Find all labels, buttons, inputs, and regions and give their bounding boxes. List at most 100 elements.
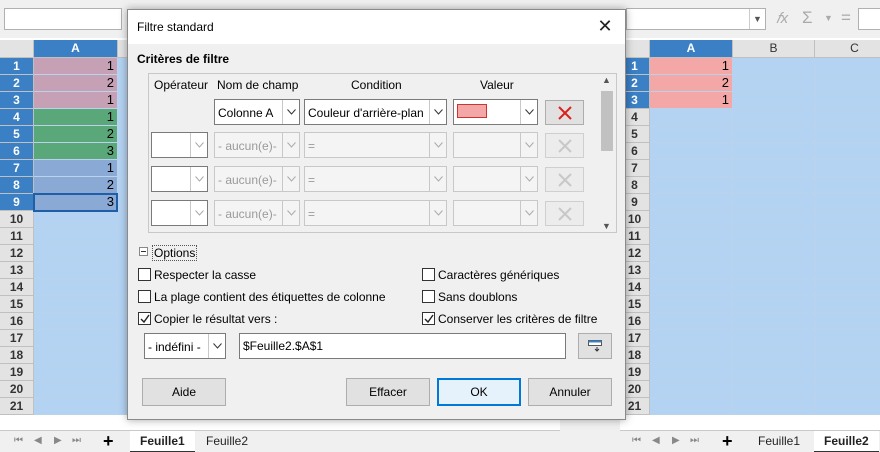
right-column-header-a[interactable]: A: [650, 40, 733, 58]
close-icon[interactable]: ✕: [595, 16, 615, 36]
cell[interactable]: [733, 398, 815, 415]
left-column-header-a[interactable]: A: [34, 40, 118, 58]
add-sheet-icon[interactable]: +: [722, 431, 733, 451]
cell[interactable]: [815, 58, 880, 75]
field-select-row1[interactable]: Colonne A: [214, 99, 300, 125]
cell[interactable]: [650, 109, 733, 126]
cell[interactable]: [733, 279, 815, 296]
row-header[interactable]: 19: [0, 364, 34, 381]
row-header[interactable]: 7: [0, 160, 34, 177]
cell[interactable]: [650, 296, 733, 313]
cell[interactable]: [733, 364, 815, 381]
cell[interactable]: [650, 245, 733, 262]
no-duplicates-checkbox[interactable]: [422, 290, 435, 303]
next-sheet-nav-icon[interactable]: ▶: [672, 435, 680, 446]
cell[interactable]: [815, 160, 880, 177]
cell[interactable]: 3: [34, 143, 118, 160]
cell[interactable]: [815, 313, 880, 330]
cell[interactable]: [650, 313, 733, 330]
cell[interactable]: [815, 211, 880, 228]
cell[interactable]: [34, 398, 118, 415]
cell[interactable]: [650, 279, 733, 296]
function-wizard-icon[interactable]: 𝑓x: [776, 10, 788, 27]
cell[interactable]: 2: [650, 75, 733, 92]
cell[interactable]: [733, 228, 815, 245]
cell[interactable]: [815, 364, 880, 381]
reset-button[interactable]: Effacer: [346, 378, 430, 406]
cell[interactable]: [733, 177, 815, 194]
cell[interactable]: [733, 75, 815, 92]
row-header[interactable]: 17: [0, 330, 34, 347]
sum-icon[interactable]: Σ: [802, 8, 813, 28]
cell[interactable]: [650, 330, 733, 347]
cell[interactable]: [815, 194, 880, 211]
cell[interactable]: [34, 262, 118, 279]
cell[interactable]: 1: [650, 58, 733, 75]
cell[interactable]: [650, 347, 733, 364]
row-header[interactable]: 21: [0, 398, 34, 415]
copy-target-input-field[interactable]: [240, 334, 565, 358]
cell[interactable]: [733, 330, 815, 347]
ok-button[interactable]: OK: [437, 378, 521, 406]
collapse-options-icon[interactable]: [139, 247, 148, 256]
operator-select-row3[interactable]: [151, 166, 208, 192]
row-header[interactable]: 15: [0, 296, 34, 313]
cell[interactable]: [815, 262, 880, 279]
cell[interactable]: [34, 381, 118, 398]
cell[interactable]: [733, 347, 815, 364]
row-header[interactable]: 2: [0, 75, 34, 92]
criteria-scrollbar[interactable]: ▲ ▼: [600, 75, 615, 231]
range-headers-checkbox[interactable]: [138, 290, 151, 303]
cell[interactable]: [733, 313, 815, 330]
cell[interactable]: 2: [34, 126, 118, 143]
copy-results-checkbox[interactable]: [138, 312, 151, 325]
condition-select-row1[interactable]: Couleur d'arrière-plan: [304, 99, 447, 125]
left-corner-select-all[interactable]: [0, 40, 34, 58]
row-header[interactable]: 12: [0, 245, 34, 262]
row-header[interactable]: 5: [0, 126, 34, 143]
left-tab-feuille1[interactable]: Feuille1: [130, 431, 195, 452]
cell[interactable]: 1: [650, 92, 733, 109]
cell[interactable]: [733, 58, 815, 75]
row-header[interactable]: 13: [0, 262, 34, 279]
next-sheet-nav-icon[interactable]: ▶: [54, 435, 62, 446]
cell[interactable]: [815, 381, 880, 398]
prev-sheet-nav-icon[interactable]: ◀: [34, 435, 42, 446]
cell[interactable]: [650, 143, 733, 160]
row-header[interactable]: 18: [0, 347, 34, 364]
cell[interactable]: [815, 245, 880, 262]
row-header[interactable]: 8: [0, 177, 34, 194]
cell[interactable]: [815, 228, 880, 245]
cell[interactable]: [34, 347, 118, 364]
cell[interactable]: [733, 296, 815, 313]
cell[interactable]: [815, 347, 880, 364]
cell[interactable]: [34, 296, 118, 313]
cell[interactable]: [815, 126, 880, 143]
cell[interactable]: [815, 143, 880, 160]
cell[interactable]: 1: [34, 160, 118, 177]
copy-target-select[interactable]: - indéfini -: [144, 333, 226, 359]
sum-dropdown-icon[interactable]: ▼: [824, 13, 833, 23]
case-sensitive-checkbox[interactable]: [138, 268, 151, 281]
cell[interactable]: [815, 75, 880, 92]
cell[interactable]: 2: [34, 75, 118, 92]
chevron-down-icon[interactable]: ▼: [749, 9, 765, 29]
right-column-header-b[interactable]: B: [733, 40, 815, 58]
cell[interactable]: [733, 381, 815, 398]
cell[interactable]: [650, 211, 733, 228]
row-header[interactable]: 3: [0, 92, 34, 109]
cell[interactable]: [650, 126, 733, 143]
cell[interactable]: [733, 160, 815, 177]
cell[interactable]: [733, 262, 815, 279]
cell[interactable]: [733, 194, 815, 211]
last-sheet-nav-icon[interactable]: ⏭: [72, 435, 81, 446]
row-header[interactable]: 9: [0, 194, 34, 211]
operator-select-row2[interactable]: [151, 132, 208, 158]
cell[interactable]: [815, 177, 880, 194]
row-header[interactable]: 11: [0, 228, 34, 245]
first-sheet-nav-icon[interactable]: ⏮: [14, 435, 23, 446]
add-sheet-icon[interactable]: +: [103, 431, 114, 451]
options-expander-label[interactable]: Options: [152, 245, 198, 261]
cell[interactable]: [733, 126, 815, 143]
cell[interactable]: [815, 279, 880, 296]
